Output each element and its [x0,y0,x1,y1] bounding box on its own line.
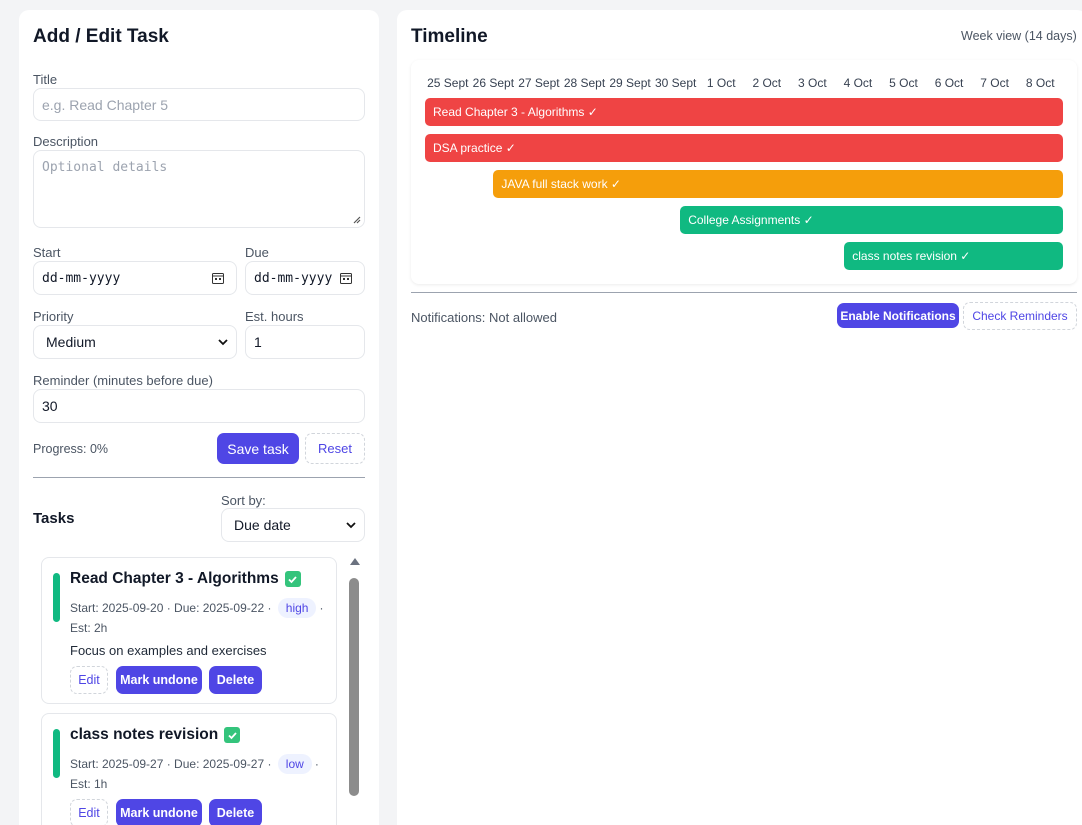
timeline-date-label: 30 Sept [654,76,697,90]
timeline-date-label: 25 Sept [427,76,469,90]
delete-button[interactable]: Delete [209,799,262,825]
task-title-text: Read Chapter 3 - Algorithms [70,570,279,587]
description-textarea[interactable]: Optional details [33,150,365,228]
est-hours-value: 1 [254,334,262,350]
timeline-chart: 25 Sept 26 Sept 27 Sept 28 Sept 29 Sept 30 Se… [411,60,1077,284]
timeline-panel: Timeline Week view (14 days) 25 Sept 26 S… [397,10,1082,825]
check-icon [224,727,241,743]
reminder-label: Reminder (minutes before due) [33,373,213,388]
start-date-input[interactable]: dd-mm-yyyy [33,261,237,295]
start-date-value: dd-mm-yyyy [42,270,121,286]
task-title-text: class notes revision [70,726,219,743]
form-divider [33,477,365,478]
form-heading: Add / Edit Task [33,26,169,47]
task-meta: Start: 2025-09-27 · Due: 2025-09-27 · lo… [70,754,319,774]
timeline-date-label: 29 Sept [609,76,651,90]
task-form-panel: Add / Edit Task Title e.g. Read Chapter … [19,10,379,825]
edit-button[interactable]: Edit [70,799,108,825]
due-label: Due [245,245,269,260]
task-title: Read Chapter 3 - Algorithms [70,570,301,588]
check-icon [284,571,301,587]
timeline-bar[interactable]: class notes revision ✓ [844,242,1063,270]
timeline-date-label: 2 Oct [752,76,782,90]
timeline-date-label: 7 Oct [980,76,1009,90]
priority-stripe [53,573,60,622]
timeline-date-label: 5 Oct [889,76,918,90]
scroll-up-icon[interactable] [350,558,360,565]
priority-value: Medium [46,334,96,350]
sort-label: Sort by: [221,493,266,508]
resize-handle-icon[interactable] [352,215,361,224]
priority-label: Priority [33,309,74,324]
priority-badge: high [277,598,317,618]
task-est: Est: 2h [70,621,108,635]
calendar-icon[interactable] [340,272,352,284]
task-description: Focus on examples and exercises [70,643,267,658]
priority-badge: low [277,754,312,774]
due-date-input[interactable]: dd-mm-yyyy [245,261,365,295]
chevron-down-icon [346,522,356,529]
reset-button[interactable]: Reset [305,433,365,464]
check-reminders-button[interactable]: Check Reminders [963,302,1077,330]
task-est: Est: 1h [70,777,108,791]
task-card: Read Chapter 3 - Algorithms Start: 2025-… [41,557,337,704]
mark-undone-button[interactable]: Mark undone [116,799,202,825]
timeline-bar[interactable]: Read Chapter 3 - Algorithms ✓ [425,98,1063,126]
due-date-value: dd-mm-yyyy [254,270,333,286]
title-placeholder: e.g. Read Chapter 5 [42,96,169,113]
reminder-input[interactable]: 30 [33,389,365,423]
timeline-date-label: 3 Oct [798,76,827,90]
timeline-date-label: 26 Sept [472,76,515,90]
timeline-heading: Timeline [411,26,488,47]
est-hours-label: Est. hours [245,309,304,324]
task-title: class notes revision [70,726,241,744]
timeline-date-label: 8 Oct [1025,76,1055,90]
tasks-heading: Tasks [33,510,75,527]
task-dates: Start: 2025-09-20 · Due: 2025-09-22 · [70,601,272,615]
reminder-value: 30 [42,398,58,414]
timeline-date-label: 1 Oct [706,76,736,90]
priority-stripe [53,729,60,778]
sort-select[interactable]: Due date [221,508,365,542]
timeline-divider [411,292,1077,293]
chevron-down-icon [218,339,228,346]
calendar-icon[interactable] [212,272,224,284]
task-dates: Start: 2025-09-27 · Due: 2025-09-27 · [70,757,272,771]
timeline-date-label: 4 Oct [843,76,873,90]
est-hours-input[interactable]: 1 [245,325,365,359]
timeline-bar[interactable]: DSA practice ✓ [425,134,1063,162]
title-label: Title [33,72,58,87]
priority-select[interactable]: Medium [33,325,237,359]
save-task-button[interactable]: Save task [217,433,299,464]
task-card: class notes revision Start: 2025-09-27 ·… [41,713,337,825]
view-label: Week view (14 days) [961,29,1077,43]
task-list-scrollbar[interactable] [349,558,360,818]
delete-button[interactable]: Delete [209,666,262,694]
notification-status: Notifications: Not allowed [411,310,557,325]
title-input[interactable]: e.g. Read Chapter 5 [33,88,365,121]
task-meta: Start: 2025-09-20 · Due: 2025-09-22 · hi… [70,598,323,618]
progress-text: Progress: 0% [33,442,109,456]
start-label: Start [33,245,61,260]
description-placeholder: Optional details [42,160,168,175]
timeline-date-label: 27 Sept [518,76,560,90]
timeline-bar[interactable]: JAVA full stack work ✓ [493,170,1063,198]
enable-notifications-button[interactable]: Enable Notifications [837,303,959,328]
mark-undone-button[interactable]: Mark undone [116,666,202,694]
timeline-date-label: 28 Sept [563,76,606,90]
scroll-thumb[interactable] [349,578,359,796]
sort-value: Due date [234,517,291,533]
timeline-date-label: 6 Oct [934,76,964,90]
timeline-bar[interactable]: College Assignments ✓ [680,206,1063,234]
description-label: Description [33,134,99,149]
edit-button[interactable]: Edit [70,666,108,694]
